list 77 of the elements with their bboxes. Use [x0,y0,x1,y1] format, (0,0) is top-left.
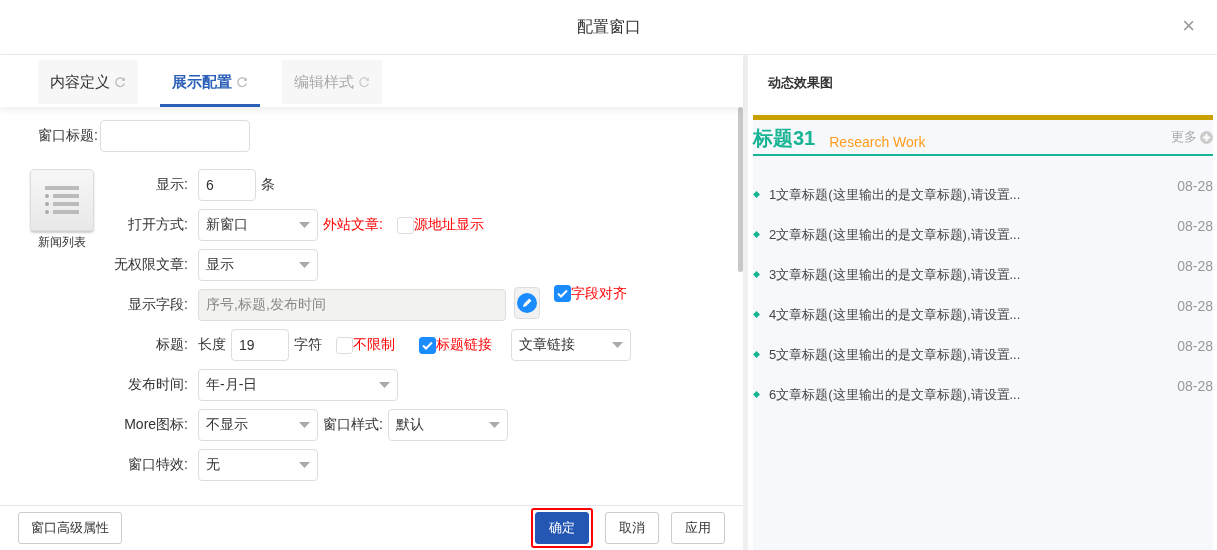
field-label: 窗口特效: [127,456,189,474]
dropdown[interactable]: 文章链接 [511,329,631,361]
dropdown[interactable]: 默认 [387,409,508,441]
article-date: 08-28 [1177,178,1213,194]
field-label: 打开方式: [127,216,189,234]
diamond-icon [753,191,760,198]
refresh-icon [236,76,248,88]
widget-title: 标题31 [753,126,816,151]
footer-button[interactable]: 取消 [605,512,659,544]
article-date: 08-28 [1177,378,1213,394]
tab[interactable]: 展示配置 [160,60,260,107]
advanced-properties-button[interactable]: 窗口高级属性 [18,512,122,544]
layout-caption: 新闻列表 [38,234,86,251]
input-field[interactable]: 19 [231,329,289,361]
footer-button[interactable]: 确定 [535,512,589,544]
refresh-icon [358,76,370,88]
scrollbar[interactable] [738,107,743,272]
field-text: 长度 [198,336,226,354]
article-title[interactable]: 4文章标题(这里输出的是文章标题),请设置... [769,305,1021,324]
caret-icon [488,422,500,428]
article-title[interactable]: 3文章标题(这里输出的是文章标题),请设置... [769,265,1021,284]
dropdown[interactable]: 无 [198,449,318,481]
panel-title: 动态效果图 [767,73,834,92]
widget-subtitle: Research Work [829,134,926,150]
article-date: 08-28 [1177,218,1213,234]
input-field[interactable]: 6 [198,169,256,201]
list-icon [45,186,79,214]
diamond-icon [753,351,760,358]
field-text: 字符 [294,336,322,354]
field-label: More图标: [123,416,189,434]
field-text: 条 [261,176,275,194]
check-icon [422,340,433,350]
caret-icon [299,262,310,268]
article-title[interactable]: 6文章标题(这里输出的是文章标题),请设置... [769,385,1021,404]
article-date: 08-28 [1177,258,1213,274]
article-date: 08-28 [1177,338,1213,354]
article-title[interactable]: 2文章标题(这里输出的是文章标题),请设置... [769,225,1021,244]
caret-icon [299,422,310,428]
field-label: 发布时间: [127,376,189,394]
diamond-icon [753,391,760,398]
edit-button[interactable] [514,287,540,319]
caret-icon [299,222,310,228]
checkbox[interactable] [554,285,571,302]
caret-icon [612,342,623,348]
dropdown[interactable]: 不显示 [198,409,318,441]
article-title[interactable]: 5文章标题(这里输出的是文章标题),请设置... [769,345,1021,364]
checkbox-label: 不限制 [353,336,395,354]
field-label: 无权限文章: [113,256,189,274]
caret-icon [299,462,310,468]
checkbox-label: 字段对齐 [571,285,627,303]
caret-icon [379,382,390,388]
dropdown[interactable]: 显示 [198,249,318,281]
field-note: 外站文章: [323,216,383,234]
checkbox-label: 标题链接 [436,336,492,354]
field-label: 显示字段: [127,296,189,314]
pencil-icon [517,293,537,313]
window-title: 配置窗口 [576,16,641,37]
check-icon [557,289,568,298]
input-field[interactable] [99,120,250,152]
diamond-icon [753,271,760,278]
dropdown[interactable]: 新窗口 [198,209,318,241]
field-label: 窗口标题: [38,127,98,145]
refresh-icon [114,76,126,88]
field-label: 显示: [155,176,189,194]
checkbox-label: 源地址显示 [413,216,484,234]
field-label: 标题: [155,336,189,354]
tab[interactable]: 内容定义 [38,60,138,104]
list-layout-button[interactable] [30,169,94,231]
article-date: 08-28 [1177,298,1213,314]
article-title[interactable]: 1文章标题(这里输出的是文章标题),请设置... [769,185,1021,204]
field-text: 窗口样式: [323,416,383,434]
dropdown[interactable]: 年-月-日 [198,369,398,401]
diamond-icon [753,311,760,318]
diamond-icon [753,231,760,238]
checkbox[interactable] [419,336,436,354]
footer-button[interactable]: 应用 [671,512,725,544]
readonly-field: 序号,标题,发布时间 [198,289,506,321]
